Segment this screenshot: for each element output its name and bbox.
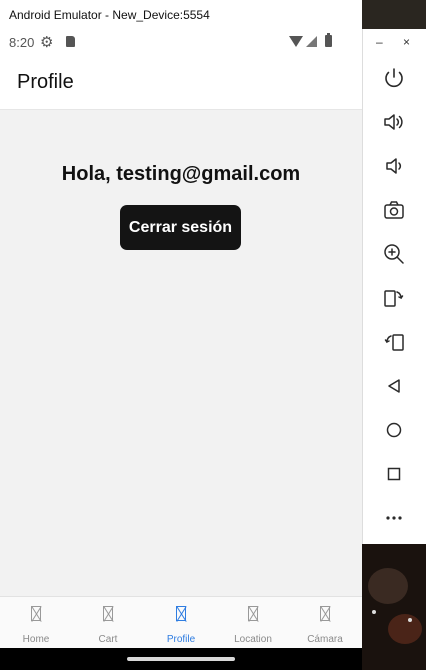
emulator-toolbar: – × bbox=[362, 29, 426, 544]
tab-location[interactable]: Location bbox=[217, 597, 289, 649]
power-icon[interactable] bbox=[382, 66, 406, 90]
tab-cart[interactable]: Cart bbox=[72, 597, 144, 649]
background-blur bbox=[388, 614, 422, 644]
home-gesture-handle[interactable] bbox=[127, 657, 235, 661]
home-icon[interactable] bbox=[382, 418, 406, 442]
battery-icon bbox=[325, 33, 332, 47]
tab-home[interactable]: Home bbox=[0, 597, 72, 649]
sd-card-icon bbox=[66, 36, 75, 47]
tab-cart-icon bbox=[103, 606, 113, 621]
profile-content: Hola, testing@gmail.com Cerrar sesión bbox=[0, 110, 362, 596]
zoom-icon[interactable] bbox=[382, 242, 406, 266]
wifi-icon bbox=[289, 36, 303, 47]
android-nav-bar bbox=[0, 648, 362, 670]
tab-profile-label: Profile bbox=[166, 634, 196, 645]
background-light bbox=[372, 610, 376, 614]
tab-profile-icon bbox=[176, 606, 186, 621]
background-top bbox=[362, 0, 426, 29]
window-titlebar: Android Emulator - New_Device:5554 bbox=[0, 0, 362, 30]
tab-cart-label: Cart bbox=[98, 634, 118, 645]
volume-up-icon[interactable] bbox=[382, 110, 406, 134]
settings-gear-icon: ⚙ bbox=[40, 34, 54, 51]
rotate-left-icon[interactable] bbox=[382, 286, 406, 310]
tab-camara-icon bbox=[320, 606, 330, 621]
back-icon[interactable] bbox=[382, 374, 406, 398]
app-bar: Profile bbox=[0, 54, 362, 110]
tab-location-icon bbox=[248, 606, 258, 621]
background-bottom bbox=[362, 544, 426, 670]
camera-icon[interactable] bbox=[382, 198, 406, 222]
rotate-right-icon[interactable] bbox=[382, 330, 406, 354]
tab-camara[interactable]: Cámara bbox=[289, 597, 361, 649]
tab-camara-label: Cámara bbox=[307, 634, 343, 645]
more-icon[interactable] bbox=[382, 506, 406, 530]
screen: Android Emulator - New_Device:5554 8:20 … bbox=[0, 0, 426, 670]
overview-icon[interactable] bbox=[382, 462, 406, 486]
logout-button[interactable]: Cerrar sesión bbox=[120, 205, 241, 250]
page-title: Profile bbox=[17, 71, 74, 93]
tab-location-label: Location bbox=[234, 634, 272, 645]
background-light bbox=[408, 618, 412, 622]
tab-profile[interactable]: Profile bbox=[145, 597, 217, 649]
minimize-button[interactable]: – bbox=[376, 35, 383, 49]
emulator-window: Android Emulator - New_Device:5554 8:20 … bbox=[0, 0, 362, 670]
window-title: Android Emulator - New_Device:5554 bbox=[9, 8, 210, 22]
tab-home-icon bbox=[31, 606, 41, 621]
bottom-tab-bar: Home Cart Profile Location Cámara bbox=[0, 596, 362, 648]
status-bar: 8:20 ⚙ bbox=[0, 30, 362, 54]
tab-home-label: Home bbox=[22, 634, 50, 645]
signal-icon bbox=[306, 36, 317, 47]
volume-down-icon[interactable] bbox=[382, 154, 406, 178]
greeting-text: Hola, testing@gmail.com bbox=[61, 163, 301, 185]
background-blur bbox=[368, 568, 408, 604]
status-time: 8:20 bbox=[9, 35, 35, 50]
close-button[interactable]: × bbox=[403, 35, 410, 49]
